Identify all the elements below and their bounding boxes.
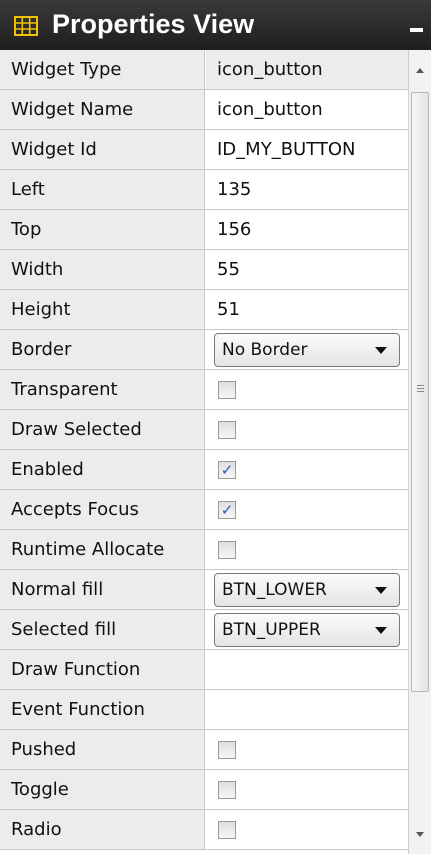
property-row-left: Left 135 xyxy=(0,170,408,210)
checkmark-icon: ✓ xyxy=(220,461,234,479)
property-row-transparent: Transparent xyxy=(0,370,408,410)
property-label: Widget Id xyxy=(0,130,205,169)
property-label: Top xyxy=(0,210,205,249)
property-label: Accepts Focus xyxy=(0,490,205,529)
top-field[interactable]: 156 xyxy=(206,210,408,249)
property-label: Transparent xyxy=(0,370,205,409)
grip-line xyxy=(417,388,424,389)
property-row-draw-function: Draw Function xyxy=(0,650,408,690)
toggle-checkbox[interactable] xyxy=(218,781,236,799)
widget-name-field[interactable]: icon_button xyxy=(206,90,408,129)
property-value-cell[interactable] xyxy=(206,410,408,449)
chevron-down-icon xyxy=(375,627,387,634)
property-grid: Widget Type icon_button Widget Name icon_bu… xyxy=(0,50,408,854)
property-label: Event Function xyxy=(0,690,205,729)
event-function-field[interactable] xyxy=(206,690,408,729)
property-label: Border xyxy=(0,330,205,369)
property-label: Widget Type xyxy=(0,50,205,89)
property-value-cell[interactable] xyxy=(206,810,408,849)
pushed-checkbox[interactable] xyxy=(218,741,236,759)
property-value-cell: icon_button xyxy=(206,50,408,89)
property-label: Widget Name xyxy=(0,90,205,129)
dropdown-selected-value: BTN_LOWER xyxy=(222,580,327,600)
property-value-cell[interactable] xyxy=(206,730,408,769)
left-field[interactable]: 135 xyxy=(206,170,408,209)
property-row-draw-selected: Draw Selected xyxy=(0,410,408,450)
property-value-cell[interactable] xyxy=(206,450,408,489)
property-label: Height xyxy=(0,290,205,329)
property-row-enabled: Enabled ✓ xyxy=(0,450,408,490)
property-row-pushed: Pushed xyxy=(0,730,408,770)
property-label: Enabled xyxy=(0,450,205,489)
property-label: Left xyxy=(0,170,205,209)
property-label: Draw Function xyxy=(0,650,205,689)
draw-selected-checkbox[interactable] xyxy=(218,421,236,439)
grid-icon xyxy=(14,16,38,36)
property-value-cell[interactable] xyxy=(206,530,408,569)
checkmark-icon: ✓ xyxy=(220,501,234,519)
height-field[interactable]: 51 xyxy=(206,290,408,329)
property-row-accepts-focus: Accepts Focus ✓ xyxy=(0,490,408,530)
property-row-top: Top 156 xyxy=(0,210,408,250)
grip-line xyxy=(417,391,424,392)
grip-line xyxy=(417,385,424,386)
property-row-normal-fill: Normal fill BTN_LOWER xyxy=(0,570,408,610)
vertical-scrollbar[interactable] xyxy=(408,50,431,854)
property-row-radio: Radio xyxy=(0,810,408,850)
scroll-down-arrow-icon[interactable] xyxy=(416,832,424,837)
property-label: Toggle xyxy=(0,770,205,809)
normal-fill-dropdown[interactable]: BTN_LOWER xyxy=(214,573,400,607)
dropdown-selected-value: BTN_UPPER xyxy=(222,620,321,640)
chevron-down-icon xyxy=(375,347,387,354)
chevron-down-icon xyxy=(375,587,387,594)
scrollbar-thumb[interactable] xyxy=(411,92,429,692)
property-row-widget-name: Widget Name icon_button xyxy=(0,90,408,130)
width-field[interactable]: 55 xyxy=(206,250,408,289)
widget-id-field[interactable]: ID_MY_BUTTON xyxy=(206,130,408,169)
transparent-checkbox[interactable] xyxy=(218,381,236,399)
property-value-cell[interactable] xyxy=(206,490,408,529)
enabled-checkbox[interactable]: ✓ xyxy=(218,461,236,479)
border-dropdown[interactable]: No Border xyxy=(214,333,400,367)
property-row-border: Border No Border xyxy=(0,330,408,370)
property-row-runtime-allocate: Runtime Allocate xyxy=(0,530,408,570)
property-row-width: Width 55 xyxy=(0,250,408,290)
panel-title: Properties View xyxy=(52,9,255,39)
property-label: Pushed xyxy=(0,730,205,769)
properties-view-titlebar: Properties View xyxy=(0,0,431,50)
runtime-allocate-checkbox[interactable] xyxy=(218,541,236,559)
property-row-widget-id: Widget Id ID_MY_BUTTON xyxy=(0,130,408,170)
property-value-cell[interactable] xyxy=(206,370,408,409)
property-row-height: Height 51 xyxy=(0,290,408,330)
property-row-event-function: Event Function xyxy=(0,690,408,730)
property-label: Runtime Allocate xyxy=(0,530,205,569)
selected-fill-dropdown[interactable]: BTN_UPPER xyxy=(214,613,400,647)
property-row-widget-type: Widget Type icon_button xyxy=(0,50,408,90)
radio-checkbox[interactable] xyxy=(218,821,236,839)
property-label: Selected fill xyxy=(0,610,205,649)
property-label: Normal fill xyxy=(0,570,205,609)
accepts-focus-checkbox[interactable]: ✓ xyxy=(218,501,236,519)
draw-function-field[interactable] xyxy=(206,650,408,689)
property-row-selected-fill: Selected fill BTN_UPPER xyxy=(0,610,408,650)
dropdown-selected-value: No Border xyxy=(222,340,308,360)
property-label: Width xyxy=(0,250,205,289)
property-label: Radio xyxy=(0,810,205,849)
property-value-cell[interactable] xyxy=(206,770,408,809)
property-row-toggle: Toggle xyxy=(0,770,408,810)
scroll-up-arrow-icon[interactable] xyxy=(416,68,424,73)
property-label: Draw Selected xyxy=(0,410,205,449)
minimize-icon[interactable] xyxy=(410,28,423,32)
